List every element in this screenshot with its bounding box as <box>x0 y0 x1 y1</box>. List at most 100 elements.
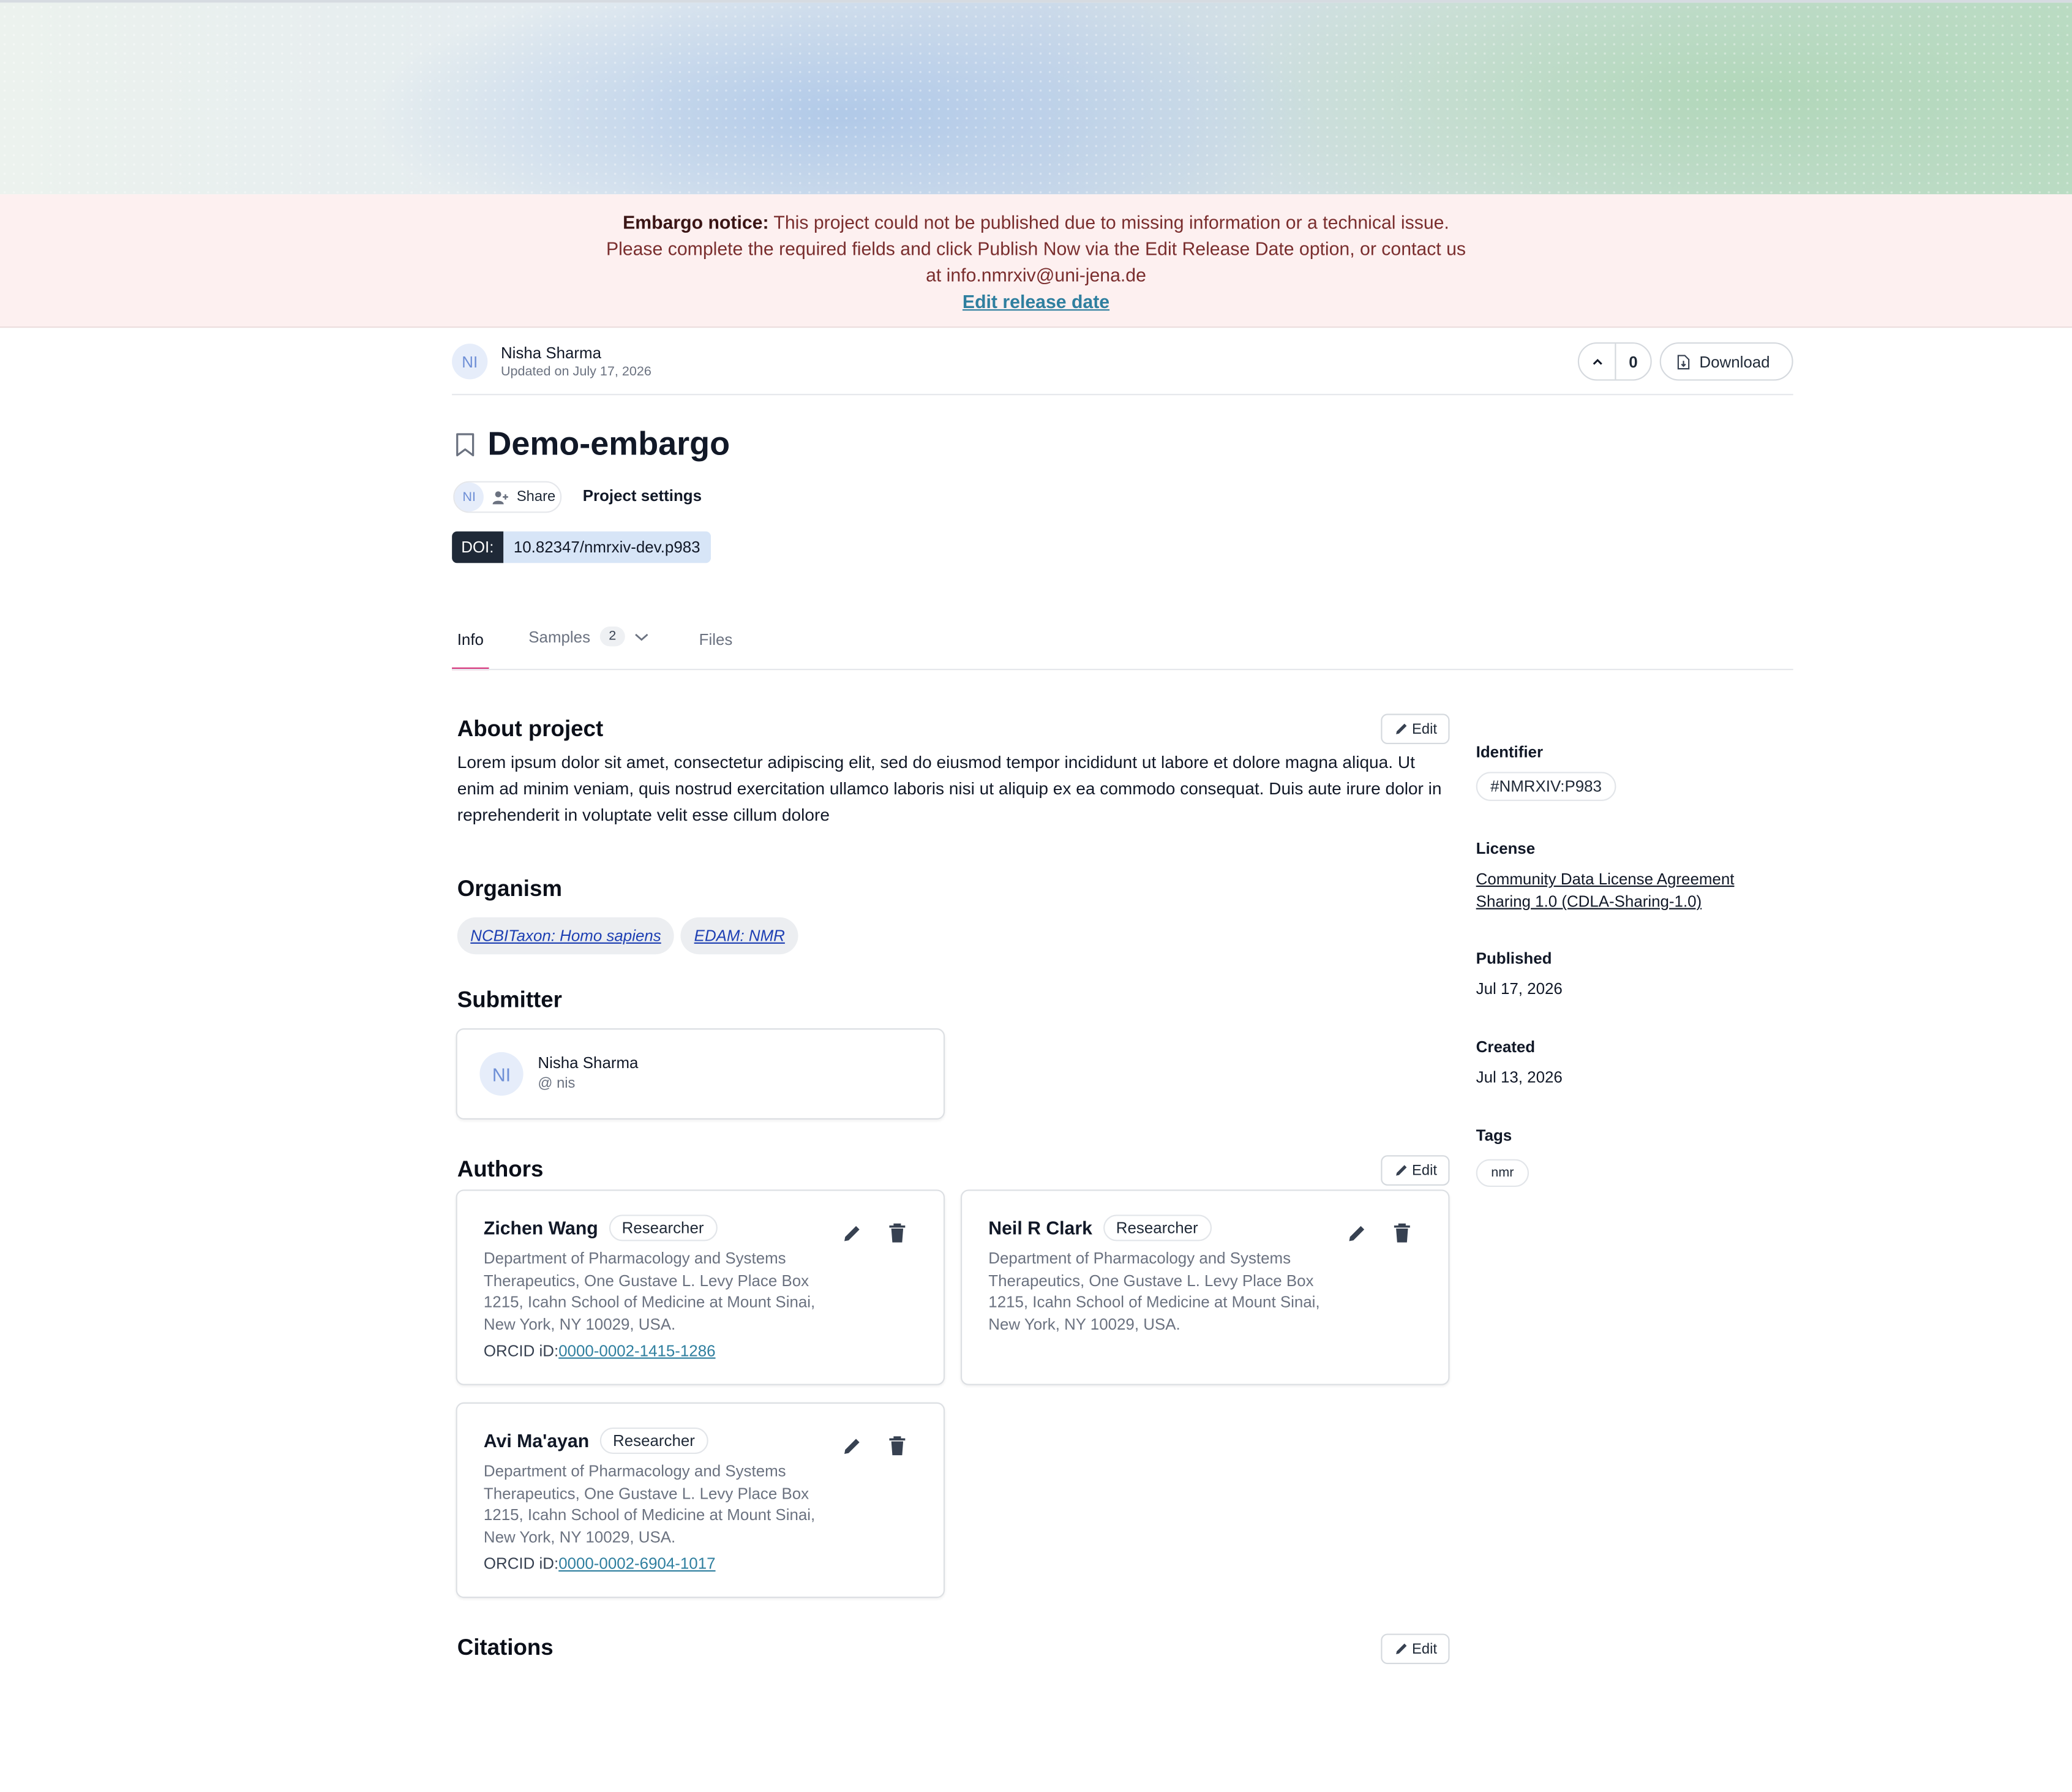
organism-chip[interactable]: EDAM: NMR <box>681 917 798 955</box>
edit-about-label: Edit <box>1412 721 1437 737</box>
tabs-divider <box>452 669 1793 671</box>
author-card: Zichen Wang Researcher Department of Pha… <box>456 1189 945 1385</box>
orcid-link[interactable]: 0000-0002-1415-1286 <box>558 1342 715 1360</box>
license-link[interactable]: Community Data License Agreement Sharing… <box>1476 868 1760 913</box>
published-value: Jul 17, 2026 <box>1476 979 1563 998</box>
submitter-initials: NI <box>492 1063 511 1085</box>
embargo-notice: Embargo notice: This project could not b… <box>0 194 2072 328</box>
pencil-icon <box>1395 1165 1406 1176</box>
about-heading: About project <box>457 716 604 742</box>
author-name: Neil R Clark <box>988 1217 1092 1239</box>
share-avatar: NI <box>454 482 484 512</box>
edit-citations-label: Edit <box>1412 1641 1437 1657</box>
tags-label: Tags <box>1476 1126 1512 1145</box>
updated-date: Updated on July 17, 2026 <box>500 364 651 380</box>
project-title: Demo-embargo <box>487 425 730 463</box>
about-text: Lorem ipsum dolor sit amet, consectetur … <box>457 751 1442 825</box>
embargo-notice-label: Embargo notice: <box>623 211 769 233</box>
pencil-icon <box>844 1439 860 1454</box>
author-role-badge: Researcher <box>609 1214 718 1241</box>
license-label: License <box>1476 839 1536 858</box>
edit-citations-button[interactable]: Edit <box>1381 1633 1450 1665</box>
download-label: Download <box>1699 352 1770 371</box>
divider <box>452 394 1793 396</box>
share-label: Share <box>516 489 556 505</box>
organism-list: NCBITaxon: Homo sapiens EDAM: NMR <box>457 917 798 955</box>
tab-samples-label: Samples <box>528 627 591 646</box>
edit-author-button[interactable] <box>841 1221 865 1245</box>
author-orcid: ORCID iD:0000-0002-6904-1017 <box>484 1554 716 1573</box>
submitter-name: Nisha Sharma <box>538 1053 639 1072</box>
pencil-icon <box>1395 723 1406 734</box>
tag-chip[interactable]: nmr <box>1476 1159 1529 1188</box>
pencil-icon <box>1349 1225 1365 1241</box>
delete-author-button[interactable] <box>885 1434 909 1458</box>
embargo-notice-line2: Please complete the required fields and … <box>606 238 1466 259</box>
edit-authors-label: Edit <box>1412 1162 1437 1179</box>
author-card: Neil R Clark Researcher Department of Ph… <box>960 1189 1450 1385</box>
orcid-link[interactable]: 0000-0002-6904-1017 <box>558 1554 715 1573</box>
delete-author-button[interactable] <box>1390 1221 1414 1245</box>
trash-icon <box>889 1223 906 1243</box>
edit-authors-button[interactable]: Edit <box>1381 1155 1450 1186</box>
embargo-notice-line3: at info.nmrxiv@uni-jena.de <box>926 264 1146 286</box>
download-button[interactable]: Download <box>1659 342 1793 381</box>
author-name: Avi Ma'ayan <box>483 1430 590 1451</box>
submitter-avatar: NI <box>479 1052 524 1096</box>
identifier-chip: #NMRXIV:P983 <box>1476 772 1616 801</box>
chevron-down-icon <box>635 633 648 641</box>
owner-avatar: NI <box>452 344 488 380</box>
author-affiliation: Department of Pharmacology and Systems T… <box>988 1249 1320 1334</box>
author-affiliation: Department of Pharmacology and Systems T… <box>483 1249 816 1334</box>
edit-author-button[interactable] <box>1345 1221 1369 1245</box>
share-button[interactable]: NI Share <box>453 481 562 513</box>
upvote-group: 0 <box>1577 342 1652 381</box>
published-label: Published <box>1476 949 1552 968</box>
edit-about-button[interactable]: Edit <box>1381 713 1450 745</box>
upvote-count: 0 <box>1629 352 1638 371</box>
author-role-badge: Researcher <box>1103 1214 1212 1241</box>
trash-icon <box>1394 1223 1410 1243</box>
submitter-handle: @ nis <box>538 1075 576 1092</box>
project-settings-link[interactable]: Project settings <box>583 486 702 505</box>
organism-heading: Organism <box>457 876 562 902</box>
owner-initials: NI <box>462 352 478 371</box>
orcid-label: ORCID iD: <box>483 1341 559 1360</box>
authors-heading: Authors <box>457 1156 544 1182</box>
upvote-button[interactable] <box>1579 344 1616 380</box>
pencil-icon <box>1395 1643 1406 1654</box>
author-name: Zichen Wang <box>483 1217 598 1239</box>
doi-badge[interactable]: DOI: 10.82347/nmrxiv-dev.p983 <box>452 531 711 563</box>
doi-label: DOI: <box>452 531 503 563</box>
author-affiliation: Department of Pharmacology and Systems T… <box>483 1461 816 1547</box>
trash-icon <box>889 1436 906 1456</box>
bookmark-icon[interactable] <box>454 432 476 457</box>
samples-count-badge: 2 <box>599 626 626 647</box>
pencil-icon <box>844 1225 860 1241</box>
user-plus-icon <box>492 491 508 504</box>
doi-value: 10.82347/nmrxiv-dev.p983 <box>503 531 711 563</box>
author-orcid: ORCID iD:0000-0002-1415-1286 <box>484 1342 716 1360</box>
chevron-up-icon <box>1592 358 1602 364</box>
author-role-badge: Researcher <box>599 1427 708 1454</box>
header-banner <box>0 0 2072 195</box>
edit-author-button[interactable] <box>841 1434 865 1458</box>
embargo-notice-line1: This project could not be published due … <box>768 211 1449 233</box>
citations-heading: Citations <box>457 1635 554 1660</box>
organism-chip[interactable]: NCBITaxon: Homo sapiens <box>457 917 675 955</box>
edit-release-date-link[interactable]: Edit release date <box>963 291 1109 312</box>
tab-samples[interactable]: Samples 2 <box>528 626 649 647</box>
identifier-label: Identifier <box>1476 742 1544 762</box>
tab-files[interactable]: Files <box>699 630 733 649</box>
submitter-card: NI Nisha Sharma @ nis <box>456 1028 945 1120</box>
document-download-icon <box>1677 354 1690 369</box>
owner-name: Nisha Sharma <box>500 344 602 363</box>
delete-author-button[interactable] <box>885 1221 909 1245</box>
orcid-label: ORCID iD: <box>483 1554 559 1573</box>
share-avatar-initials: NI <box>462 489 476 505</box>
created-value: Jul 13, 2026 <box>1476 1067 1563 1087</box>
tab-info[interactable]: Info <box>457 630 484 649</box>
created-label: Created <box>1476 1037 1536 1056</box>
submitter-heading: Submitter <box>457 987 562 1013</box>
author-card: Avi Ma'ayan Researcher Department of Pha… <box>456 1402 945 1598</box>
